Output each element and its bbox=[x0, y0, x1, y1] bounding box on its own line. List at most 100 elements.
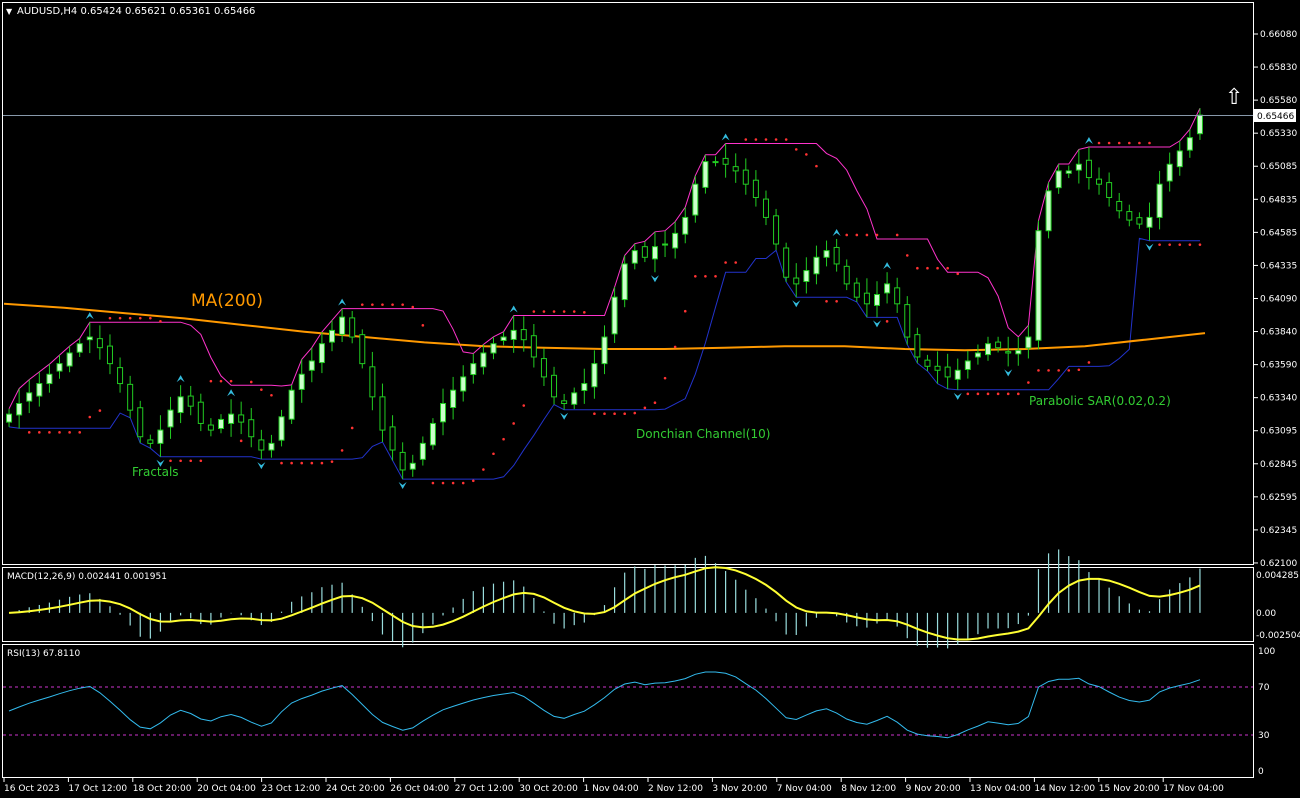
candle[interactable] bbox=[288, 384, 295, 424]
sar-dot bbox=[159, 320, 162, 323]
sar-dot bbox=[38, 431, 41, 434]
candle[interactable] bbox=[1035, 220, 1042, 350]
candle[interactable] bbox=[783, 242, 790, 283]
dropdown-triangle-icon[interactable]: ▼ bbox=[6, 7, 13, 16]
sar-dot bbox=[643, 406, 647, 410]
candle-body bbox=[349, 317, 356, 338]
candle-body bbox=[1005, 351, 1012, 354]
price-tick-label: 0.65580 bbox=[1260, 96, 1297, 106]
sar-dot bbox=[179, 459, 182, 463]
candle-body bbox=[803, 270, 810, 282]
candle-body bbox=[793, 277, 800, 285]
candle-body bbox=[894, 287, 901, 305]
candle-body bbox=[672, 232, 679, 249]
time-tick-label: 8 Nov 12:00 bbox=[841, 784, 896, 794]
sar-dot bbox=[815, 164, 818, 168]
time-tick-label: 30 Oct 20:00 bbox=[519, 784, 578, 794]
sar-dot bbox=[542, 310, 546, 313]
sar-dot bbox=[633, 411, 637, 415]
time-tick-label: 17 Oct 12:00 bbox=[68, 784, 127, 794]
candle-body bbox=[228, 413, 235, 424]
time-tick-label: 15 Nov 20:00 bbox=[1099, 784, 1160, 794]
sar-dot bbox=[673, 345, 677, 349]
sar-dot bbox=[229, 379, 233, 383]
sar-annotation: Parabolic SAR(0.02,0.2) bbox=[1029, 394, 1171, 408]
sar-dot bbox=[48, 431, 51, 434]
candle-body bbox=[288, 389, 295, 420]
candle-body bbox=[1055, 170, 1062, 189]
sar-dot bbox=[1168, 243, 1171, 246]
candle-body bbox=[450, 389, 457, 408]
sar-dot bbox=[1027, 381, 1030, 384]
time-tick-label: 13 Nov 04:00 bbox=[970, 784, 1031, 794]
sar-dot bbox=[88, 415, 92, 419]
sar-dot bbox=[401, 303, 404, 306]
candle-body bbox=[16, 403, 23, 416]
sar-dot bbox=[572, 310, 576, 313]
sar-dot bbox=[1006, 392, 1010, 396]
sar-dot bbox=[875, 233, 879, 237]
price-tick-label: 0.62345 bbox=[1260, 526, 1297, 536]
sar-dot bbox=[138, 316, 142, 320]
candle-body bbox=[359, 334, 366, 365]
candle-body bbox=[1045, 190, 1052, 232]
price-tick-label: 0.64835 bbox=[1260, 195, 1297, 205]
macd-panel-frame bbox=[2, 567, 1254, 642]
time-tick-label: 9 Nov 20:00 bbox=[906, 784, 961, 794]
sar-dot bbox=[784, 138, 788, 141]
candle-body bbox=[1085, 159, 1092, 179]
rsi-tick-label: 70 bbox=[1258, 683, 1270, 693]
time-tick-label: 26 Oct 04:00 bbox=[390, 784, 449, 794]
candle-body bbox=[419, 442, 426, 460]
time-axis[interactable]: 16 Oct 2023 17 Oct 12:00 18 Oct 20:00 20 Oc… bbox=[3, 778, 1224, 794]
sar-dot bbox=[169, 459, 172, 463]
candle-body bbox=[843, 265, 850, 285]
candle-body bbox=[500, 336, 507, 342]
candle-body bbox=[682, 216, 689, 235]
candle[interactable] bbox=[359, 329, 366, 369]
sar-dot bbox=[431, 481, 435, 485]
candle-body bbox=[96, 338, 103, 349]
sar-dot bbox=[149, 316, 152, 320]
sar-dot bbox=[562, 310, 566, 313]
price-tick-label: 0.64335 bbox=[1260, 261, 1297, 271]
candle-body bbox=[258, 439, 265, 451]
candle-body bbox=[157, 429, 164, 444]
sar-dot bbox=[835, 299, 838, 303]
sar-dot bbox=[522, 404, 526, 407]
sar-dot bbox=[310, 461, 314, 465]
candle-body bbox=[662, 243, 669, 246]
candle-body bbox=[1015, 349, 1022, 355]
sar-dot bbox=[108, 316, 112, 320]
candle-body bbox=[954, 369, 961, 380]
candle-body bbox=[298, 373, 305, 390]
candle-body bbox=[863, 292, 870, 305]
candle-body bbox=[167, 409, 174, 428]
candle-body bbox=[6, 413, 13, 423]
candle[interactable] bbox=[1045, 182, 1052, 239]
candle-body bbox=[752, 179, 759, 198]
price-tick-label: 0.66080 bbox=[1260, 30, 1297, 40]
trading-chart[interactable]: ▼ AUDUSD,H4 0.65424 0.65621 0.65361 0.65… bbox=[0, 0, 1300, 798]
candle-body bbox=[884, 283, 891, 294]
sar-dot bbox=[371, 303, 374, 306]
sar-dot bbox=[593, 412, 596, 416]
candle-body bbox=[520, 329, 527, 341]
price-tick-label: 0.63095 bbox=[1260, 427, 1297, 437]
time-tick-label: 14 Nov 12:00 bbox=[1034, 784, 1095, 794]
time-tick-label: 1 Nov 04:00 bbox=[584, 784, 639, 794]
sar-dot bbox=[976, 392, 980, 396]
rsi-panel-frame bbox=[2, 644, 1254, 778]
time-tick-label: 18 Oct 20:00 bbox=[133, 784, 192, 794]
candle-body bbox=[964, 360, 971, 370]
sar-dot bbox=[825, 299, 828, 303]
sar-dot bbox=[613, 412, 616, 416]
candle-body bbox=[581, 383, 588, 391]
sar-dot bbox=[683, 309, 687, 313]
sar-dot bbox=[1188, 243, 1192, 246]
candle-body bbox=[117, 367, 124, 385]
candle-body bbox=[995, 341, 1002, 349]
price-tick-label: 0.62100 bbox=[1260, 559, 1297, 569]
candle-body bbox=[66, 352, 73, 367]
price-tick-label: 0.65330 bbox=[1260, 129, 1297, 139]
